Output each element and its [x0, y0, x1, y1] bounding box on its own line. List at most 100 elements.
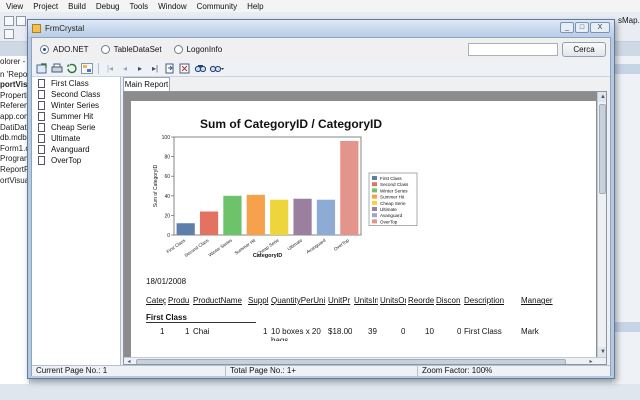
next-page-icon[interactable]: ▸	[134, 63, 146, 74]
legend-label: Cheap Serie	[380, 201, 406, 206]
window-client: ADO.NET TableDataSet LogonInfo Cerca |◂ …	[31, 37, 611, 376]
refresh-icon[interactable]	[66, 63, 78, 74]
radio-logon-info[interactable]: LogonInfo	[173, 44, 223, 54]
tree-item[interactable]: OverTop	[38, 156, 81, 165]
ide-menu-debug[interactable]: Debug	[96, 2, 120, 11]
app-icon	[32, 24, 41, 33]
cell-supp: 1	[263, 327, 268, 336]
tree-item[interactable]: Ultimate	[38, 134, 80, 143]
ide-menu-tools[interactable]: Tools	[129, 2, 148, 11]
ide-open-icon[interactable]	[4, 16, 14, 26]
scroll-up-icon[interactable]: ▲	[598, 92, 606, 102]
first-page-icon[interactable]: |◂	[104, 63, 116, 74]
scroll-left-icon[interactable]: ◂	[124, 358, 134, 364]
ide-menu-view[interactable]: View	[6, 2, 23, 11]
chart-bar	[246, 194, 265, 235]
column-header: Suppl	[248, 296, 269, 305]
y-tick-label: 40	[164, 194, 170, 200]
status-total-page: Total Page No.: 1+	[226, 366, 418, 376]
column-header: Discon	[436, 296, 461, 305]
goto-page-icon[interactable]	[164, 63, 176, 74]
tree-item[interactable]: Avanguard	[38, 145, 90, 154]
tree-item[interactable]: Cheap Serie	[38, 123, 95, 132]
ide-menu-project[interactable]: Project	[33, 2, 58, 11]
ide-menu-build[interactable]: Build	[68, 2, 86, 11]
y-tick-label: 60	[164, 174, 170, 180]
print-date: 18/01/2008	[146, 277, 187, 286]
print-icon[interactable]	[51, 63, 63, 74]
ide-menu-window[interactable]: Window	[158, 2, 186, 11]
tree-item[interactable]: Winter Series	[38, 101, 99, 110]
cell-onorder: 0	[401, 327, 406, 336]
ide-save-icon[interactable]	[16, 16, 26, 26]
tree-item[interactable]: First Class	[38, 79, 89, 88]
tab-main-report[interactable]: Main Report	[123, 77, 170, 91]
chart-bar	[176, 223, 195, 235]
prev-page-icon[interactable]: ◂	[119, 63, 131, 74]
group-underline	[146, 322, 256, 323]
status-current-page: Current Page No.: 1	[32, 366, 226, 376]
radio-table-dataset[interactable]: TableDataSet	[100, 44, 162, 54]
radio-label: LogonInfo	[186, 44, 223, 54]
legend-label: Winter Series	[380, 188, 408, 193]
cell-categ: 1	[160, 327, 165, 336]
last-page-icon[interactable]: ▸|	[149, 63, 161, 74]
tree-item-label: Summer Hit	[51, 112, 94, 121]
tree-item-label: Avanguard	[51, 145, 90, 154]
tree-item-label: Cheap Serie	[51, 123, 96, 132]
ide-toolbar-text: sMap.ps	[618, 16, 640, 25]
cell-reorder: 10	[425, 327, 434, 336]
minimize-button[interactable]: _	[560, 22, 574, 33]
column-header: Categ	[146, 296, 166, 305]
column-header: UnitsIn	[354, 296, 378, 305]
search-button[interactable]: Cerca	[562, 42, 606, 57]
toggle-tree-icon[interactable]	[81, 63, 93, 74]
radio-dot-icon[interactable]	[40, 44, 49, 54]
document-icon	[38, 112, 45, 121]
scroll-right-icon[interactable]: ▸	[586, 358, 596, 364]
radio-dot-icon[interactable]	[173, 44, 183, 54]
tree-item[interactable]: Summer Hit	[38, 112, 93, 121]
tree-item-label: OverTop	[51, 156, 82, 165]
radio-dot-icon[interactable]	[100, 44, 110, 54]
cell-name: Chai	[193, 327, 210, 336]
close-button[interactable]: X	[590, 22, 610, 33]
x-axis-label: CategoryID	[253, 253, 282, 259]
export-icon[interactable]	[36, 63, 48, 74]
window-title: FrmCrystal	[45, 24, 85, 33]
maximize-button[interactable]: □	[575, 22, 589, 33]
cell-qty: 10 boxes x 20	[271, 327, 321, 336]
search-input[interactable]	[468, 43, 558, 56]
legend-label: First Class	[380, 176, 402, 181]
toolbar-separator	[98, 63, 99, 74]
column-header: Reorde	[408, 296, 434, 305]
close-view-icon[interactable]	[179, 63, 191, 74]
ide-sidebar-item[interactable]: ortVisua	[0, 176, 29, 185]
scroll-thumb[interactable]	[599, 104, 606, 194]
find-icon[interactable]	[194, 63, 207, 74]
report-viewer: Sum of CategoryID / CategoryID 0 20 40 60 80…	[123, 91, 607, 365]
ide-menu-community[interactable]: Community	[197, 2, 237, 11]
ide-tool-icon[interactable]	[4, 29, 14, 39]
cell-prod: 1	[185, 327, 190, 336]
tree-item[interactable]: Second Class	[38, 90, 100, 99]
scroll-down-icon[interactable]: ▼	[598, 347, 606, 357]
connection-options: ADO.NET TableDataSet LogonInfo Cerca	[32, 38, 610, 60]
column-header: UnitsOn	[380, 296, 406, 305]
report-page: Sum of CategoryID / CategoryID 0 20 40 60 80…	[131, 101, 596, 361]
vertical-scrollbar[interactable]: ▲ ▼	[597, 92, 606, 357]
ide-sidebar-item[interactable]: db.mdb	[0, 133, 27, 142]
ide-right-strip	[612, 322, 640, 332]
legend-swatch	[372, 207, 377, 211]
legend-swatch	[372, 200, 377, 205]
window-titlebar[interactable]: FrmCrystal _ □ X	[28, 20, 614, 37]
document-icon	[38, 79, 45, 88]
column-header: UnitPr	[328, 296, 351, 305]
ide-right-strip	[612, 64, 640, 74]
ide-menu-help[interactable]: Help	[247, 2, 263, 11]
radio-ado-net[interactable]: ADO.NET	[40, 44, 89, 54]
cell-desc: First Class	[464, 327, 502, 336]
report-viewer-toolbar: |◂ ◂ ▸ ▸|	[32, 61, 610, 77]
horizontal-scrollbar[interactable]: ◂ ▸	[124, 357, 606, 364]
zoom-icon[interactable]	[209, 63, 225, 74]
